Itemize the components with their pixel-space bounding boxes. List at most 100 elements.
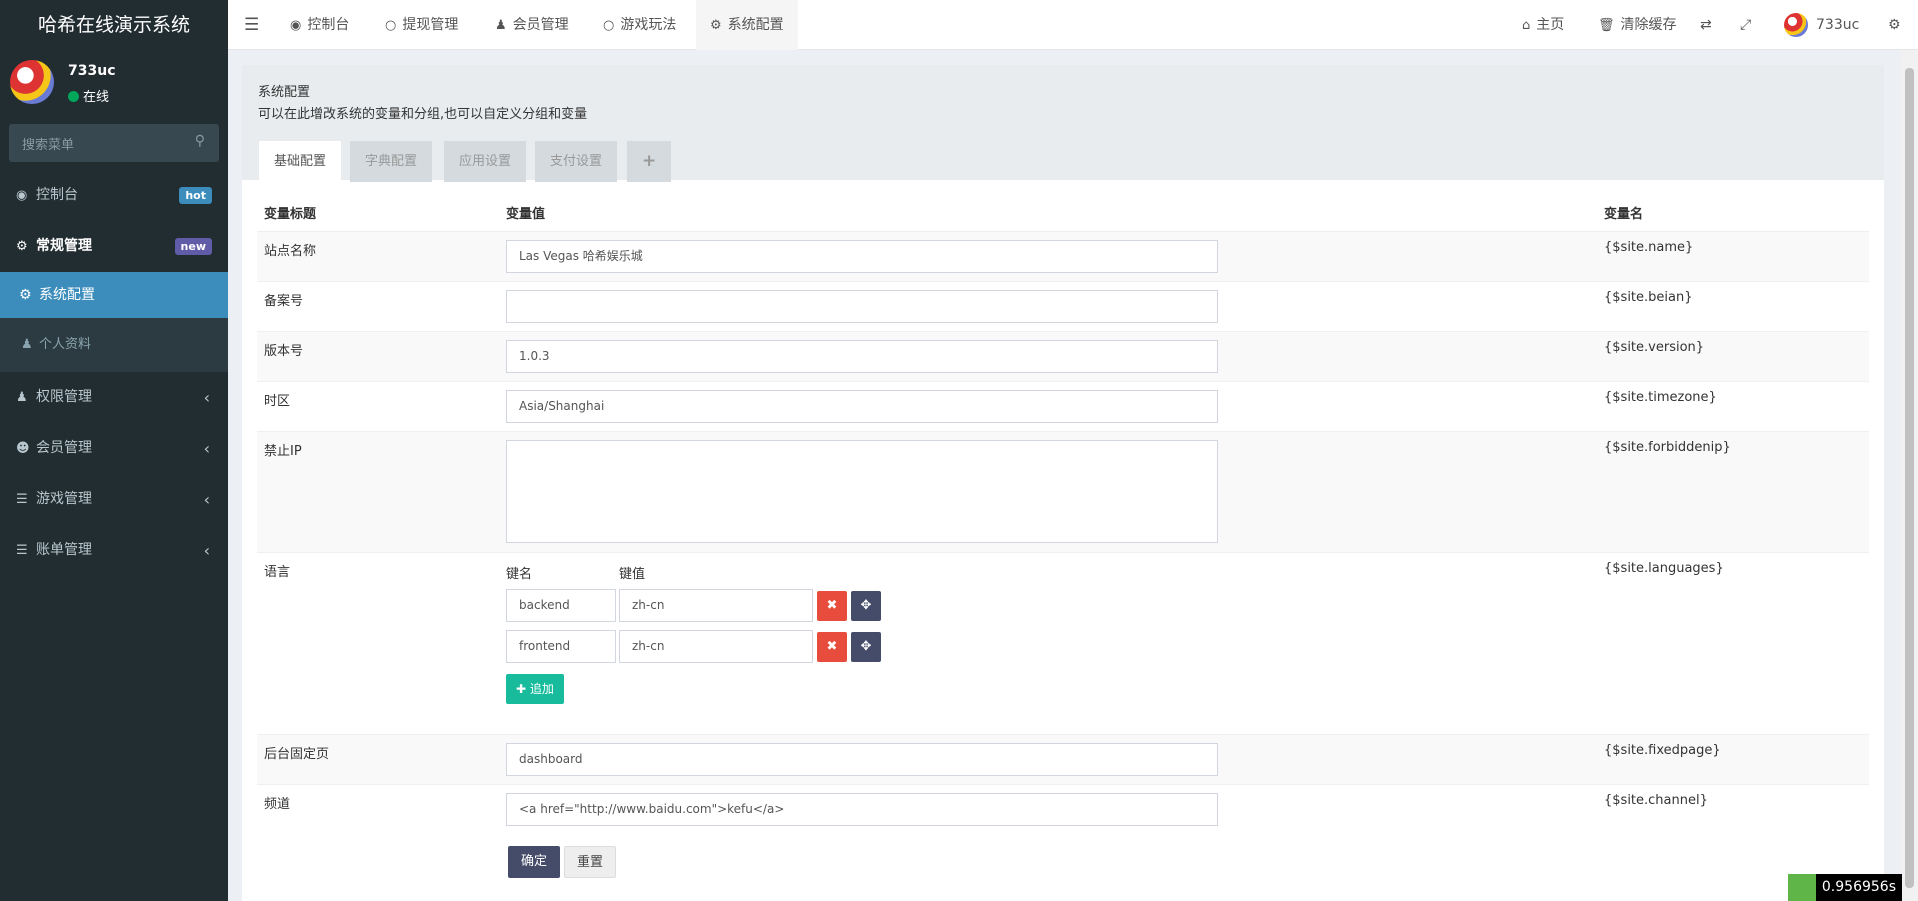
config-panel: 系统配置 可以在此增改系统的变量和分组,也可以自定义分组和变量 基础配置 字典配…: [242, 65, 1884, 901]
scrollbar[interactable]: [1901, 50, 1918, 901]
user-icon: ♟: [21, 337, 33, 352]
sidebar-item-dashboard[interactable]: ◉ 控制台 hot: [0, 170, 228, 221]
tab-system-config[interactable]: ⚙ 系统配置: [696, 0, 798, 50]
user-menu[interactable]: 733uc: [1784, 0, 1859, 50]
scrollbar-thumb[interactable]: [1905, 68, 1914, 888]
append-label: 追加: [529, 681, 554, 696]
gear-icon: ⚙: [19, 287, 32, 303]
user-circle-icon: ☻: [16, 441, 30, 456]
table-row: 频道 <a href="http://www.baidu.com">kefu</…: [257, 783, 1869, 834]
load-time-badge: 0.956956s: [1787, 874, 1902, 901]
dashboard-icon: ◉: [16, 188, 28, 203]
language-key-input[interactable]: frontend: [506, 629, 616, 663]
value-header: 键值: [619, 566, 646, 582]
debug-icon: [1787, 874, 1816, 901]
language-value-input[interactable]: zh-cn: [619, 588, 813, 622]
add-tab-button[interactable]: +: [627, 141, 672, 182]
column-header: 变量值: [499, 195, 1597, 232]
list-icon: ☰: [16, 543, 28, 558]
tab-dashboard[interactable]: ◉ 控制台: [290, 0, 349, 50]
sidebar-item-profile[interactable]: ♟ 个人资料: [0, 318, 228, 372]
tab-members[interactable]: ♟ 会员管理: [495, 0, 569, 50]
tab-app-settings[interactable]: 应用设置: [444, 141, 527, 182]
fullscreen-icon[interactable]: ⤢: [1740, 0, 1751, 50]
sidebar-item-members[interactable]: ☻ 会员管理 ‹: [0, 423, 228, 474]
sidebar-item-games[interactable]: ☰ 游戏管理 ‹: [0, 474, 228, 525]
forbidden-ip-textarea[interactable]: [506, 439, 1218, 543]
table-row: 站点名称 Las Vegas 哈希娱乐城 {$site.name}: [257, 230, 1869, 281]
circle-icon: ○: [385, 18, 397, 33]
remove-row-button[interactable]: ✖: [817, 631, 847, 662]
fixed-page-input[interactable]: dashboard: [506, 742, 1218, 776]
page-title: 系统配置: [258, 85, 311, 100]
language-key-input[interactable]: backend: [506, 588, 616, 622]
app-logo[interactable]: 哈希在线演示系统: [0, 0, 228, 50]
tab-label: 提现管理: [402, 17, 459, 33]
sidebar-item-general[interactable]: ⚙ 常规管理 new: [0, 221, 228, 272]
version-input[interactable]: 1.0.3: [506, 339, 1218, 373]
user-menu-name: 733uc: [1816, 17, 1860, 33]
channel-input[interactable]: <a href="http://www.baidu.com">kefu</a>: [506, 792, 1218, 826]
tab-basic-config[interactable]: 基础配置: [259, 141, 342, 182]
online-dot-icon: [68, 91, 79, 102]
sidebar-item-label: 个人资料: [39, 337, 92, 352]
beian-input[interactable]: [506, 289, 1218, 323]
panel-heading: 系统配置 可以在此增改系统的变量和分组,也可以自定义分组和变量 基础配置 字典配…: [242, 65, 1884, 182]
kv-header: 键名 键值: [506, 561, 1590, 589]
load-time: 0.956956s: [1821, 879, 1896, 895]
chevron-left-icon: ‹: [203, 439, 210, 458]
sidebar-item-label: 控制台: [36, 187, 78, 203]
tab-withdraw[interactable]: ○ 提现管理: [385, 0, 458, 50]
translate-icon[interactable]: ⇄: [1700, 0, 1712, 50]
home-link[interactable]: ⌂ 主页: [1522, 0, 1564, 50]
tab-label: 会员管理: [512, 17, 569, 33]
menu-search-input[interactable]: 搜索菜单 ⚲: [9, 124, 219, 162]
append-button[interactable]: ✚ 追加: [506, 673, 564, 704]
user-name: 733uc: [68, 63, 116, 79]
drag-handle-icon[interactable]: ✥: [851, 631, 881, 662]
tab-dictionary-config[interactable]: 字典配置: [350, 141, 433, 182]
row-title: 语言: [257, 551, 499, 734]
chevron-left-icon: ‹: [203, 388, 210, 407]
table-row: 版本号 1.0.3 {$site.version}: [257, 330, 1869, 381]
list-item: backend zh-cn ✖ ✥: [506, 588, 1590, 630]
tab-payment-settings[interactable]: 支付设置: [535, 141, 618, 182]
language-value-input[interactable]: zh-cn: [619, 629, 813, 663]
drag-handle-icon[interactable]: ✥: [851, 590, 881, 621]
tab-gameplay[interactable]: ○ 游戏玩法: [603, 0, 676, 50]
tab-label: 游戏玩法: [620, 17, 677, 33]
user-status-label: 在线: [83, 90, 110, 105]
sidebar-item-auth[interactable]: ♟ 权限管理 ‹: [0, 372, 228, 423]
user-status: 在线: [68, 86, 109, 105]
timezone-input[interactable]: Asia/Shanghai: [506, 389, 1218, 423]
dashboard-icon: ◉: [290, 18, 302, 33]
settings-icon[interactable]: ⚙: [1888, 0, 1901, 50]
page-description: 可以在此增改系统的变量和分组,也可以自定义分组和变量: [258, 107, 588, 122]
search-icon[interactable]: ⚲: [195, 133, 205, 149]
sidebar: 哈希在线演示系统 733uc 在线 搜索菜单 ⚲ ◉ 控制台 hot ⚙ 常规管理 …: [0, 0, 228, 901]
menu-toggle-icon[interactable]: ☰: [244, 0, 259, 50]
sidebar-item-label: 权限管理: [36, 389, 92, 405]
site-name-input[interactable]: Las Vegas 哈希娱乐城: [506, 239, 1218, 273]
submit-button[interactable]: 确定: [508, 846, 560, 878]
config-table: 变量标题 变量值 变量名 站点名称 Las Vegas 哈希娱乐城 {$site…: [257, 195, 1869, 834]
sidebar-item-label: 系统配置: [39, 287, 95, 303]
sidebar-item-label: 常规管理: [36, 238, 92, 254]
sidebar-item-system-config[interactable]: ⚙ 系统配置: [0, 272, 228, 318]
clear-cache-button[interactable]: 🗑 清除缓存: [1598, 0, 1677, 50]
gear-icon: ⚙: [710, 18, 722, 33]
list-icon: ☰: [16, 492, 28, 507]
row-variable: {$site.version}: [1597, 330, 1869, 381]
group-icon: ♟: [16, 390, 28, 405]
new-badge: new: [174, 238, 212, 255]
circle-icon: ○: [603, 18, 615, 33]
reset-button[interactable]: 重置: [564, 846, 616, 878]
chevron-left-icon: ‹: [203, 490, 210, 509]
list-item: frontend zh-cn ✖ ✥: [506, 629, 1590, 671]
column-header: 变量名: [1597, 195, 1869, 232]
row-variable: {$site.fixedpage}: [1597, 733, 1869, 784]
remove-row-button[interactable]: ✖: [817, 590, 847, 621]
sidebar-item-bills[interactable]: ☰ 账单管理 ‹: [0, 525, 228, 576]
tab-label: 控制台: [307, 17, 350, 33]
home-label: 主页: [1536, 17, 1565, 33]
